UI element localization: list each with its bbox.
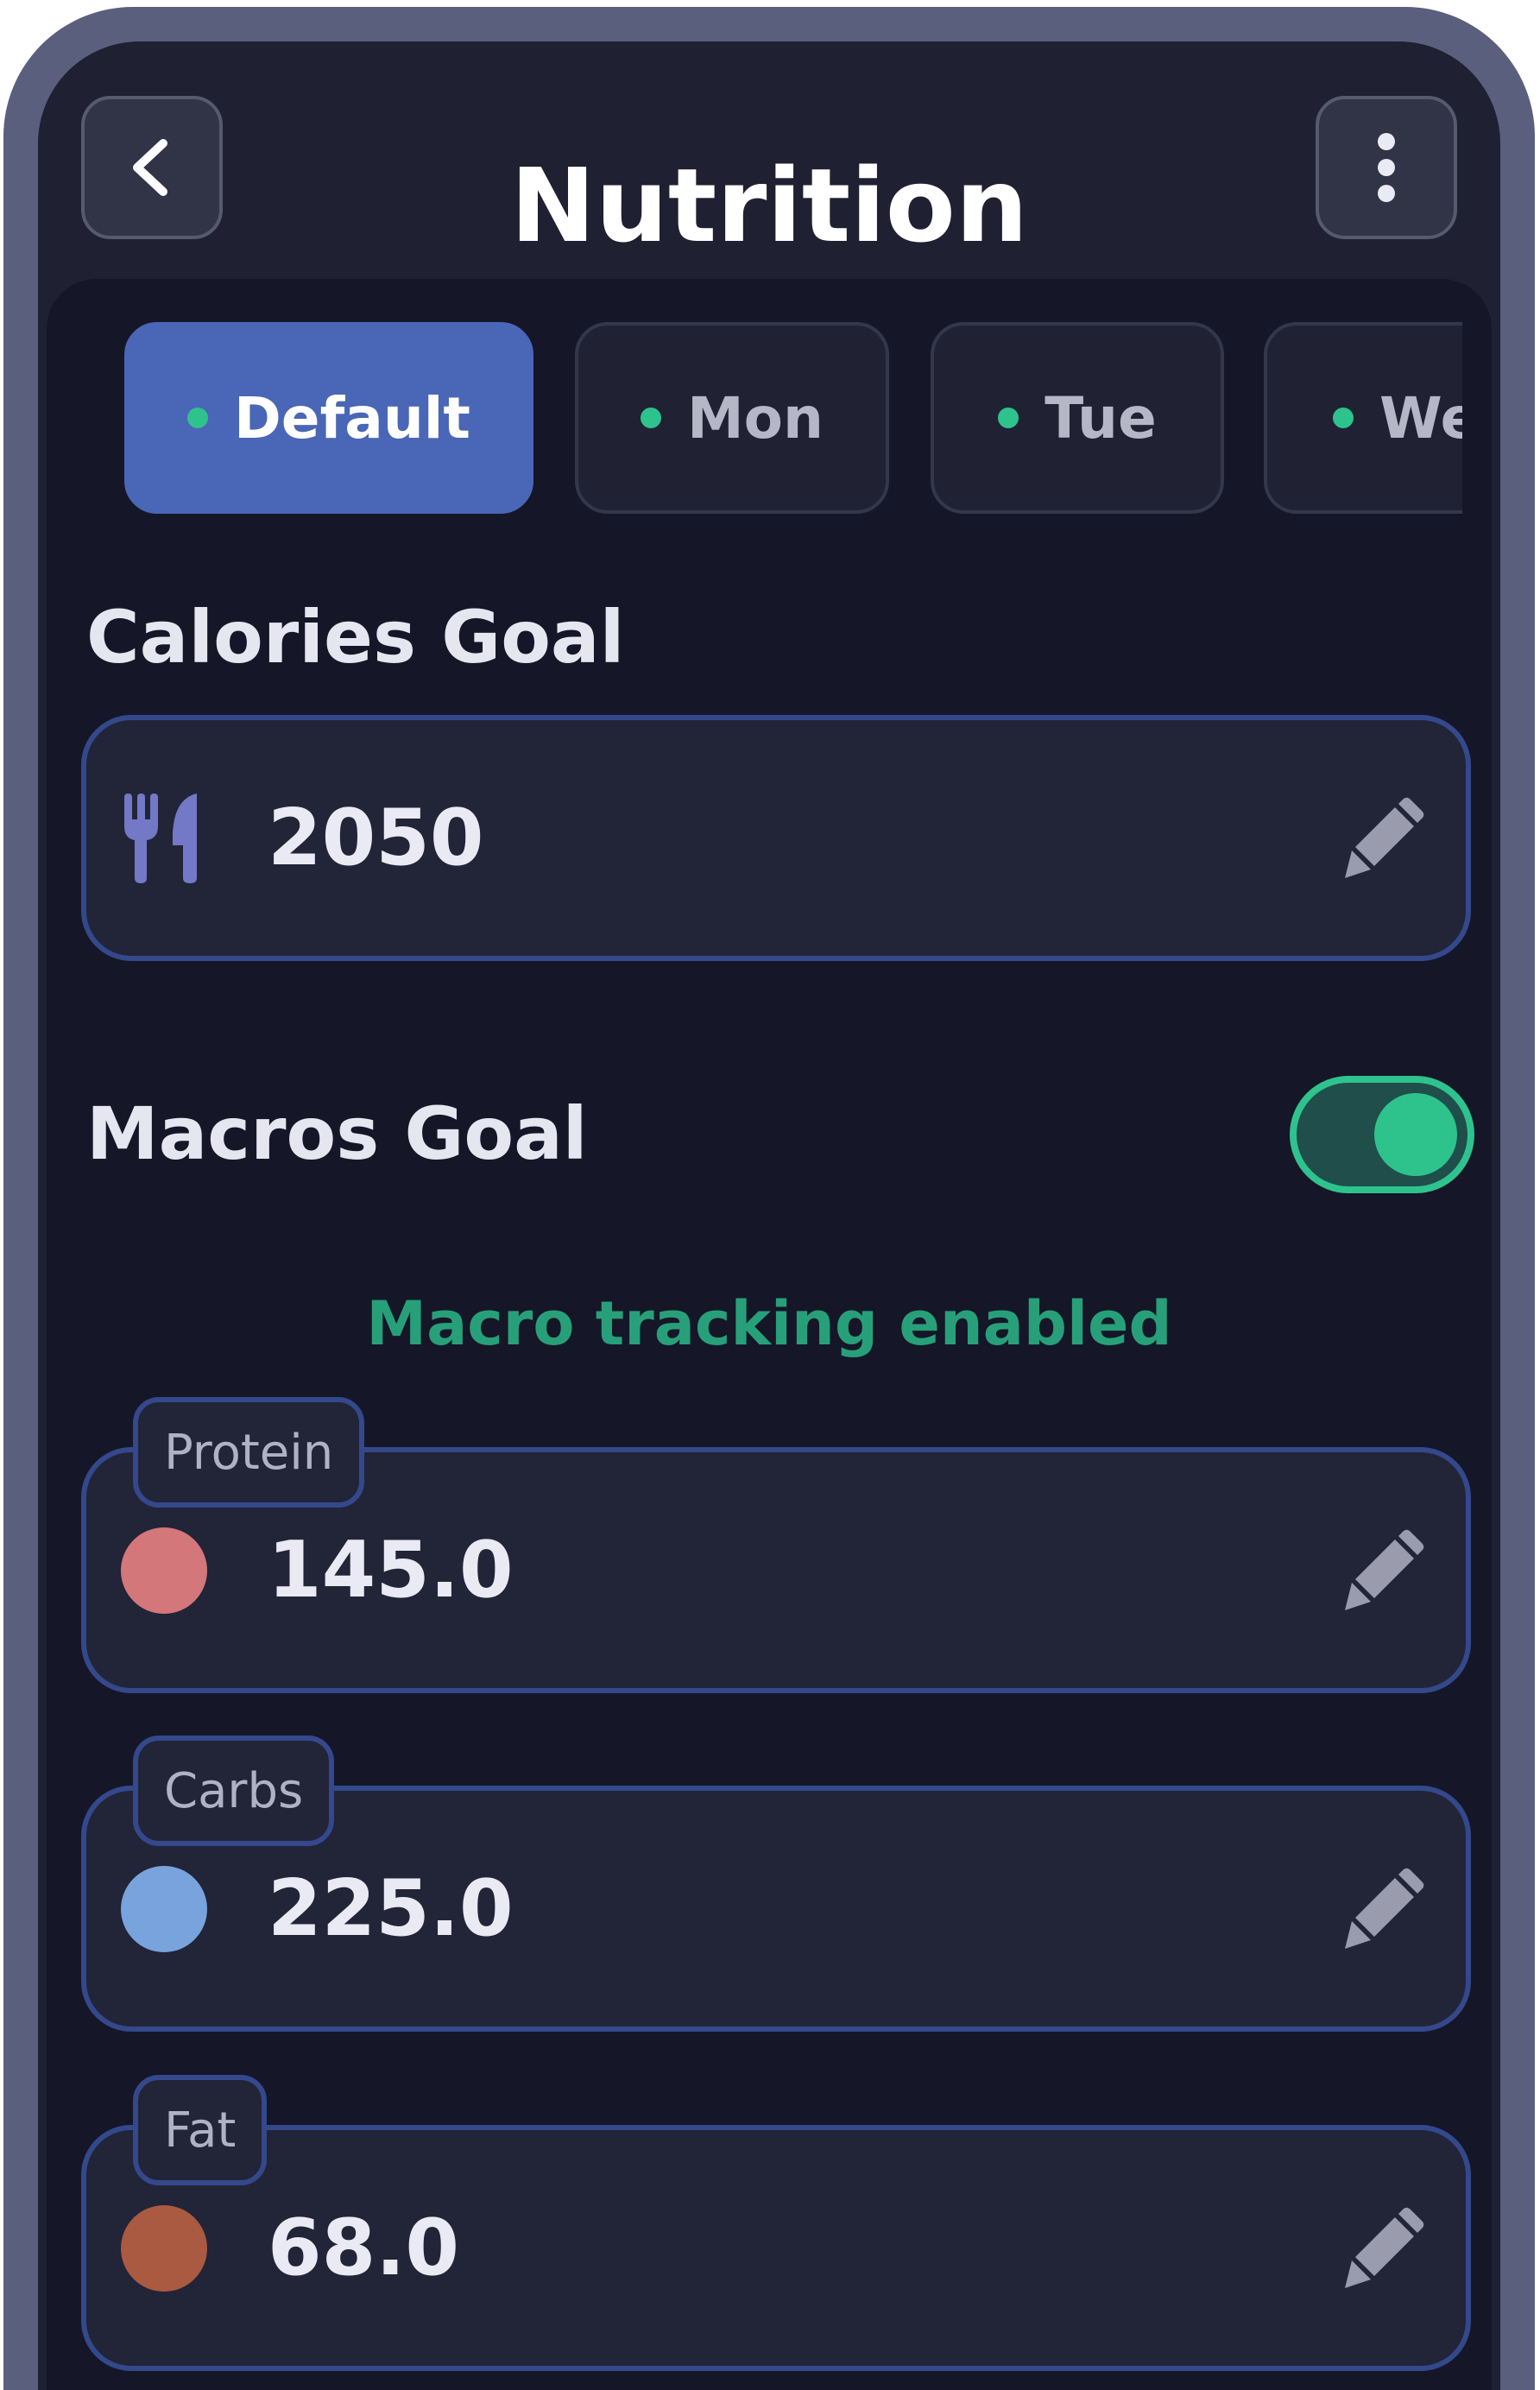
tab-wed[interactable]: We	[1264, 322, 1462, 514]
content-panel: Default Mon Tue We Calories Goal 2050 Ma…	[47, 279, 1492, 2390]
macros-goal-label: Macros Goal	[86, 1091, 588, 1176]
tab-label: We	[1379, 384, 1462, 452]
tab-mon[interactable]: Mon	[575, 322, 889, 514]
status-dot	[640, 408, 661, 428]
vertical-dots-icon	[1378, 133, 1395, 202]
app-screen: Nutrition Default Mon Tue We Calories Go…	[38, 41, 1500, 2390]
utensils-icon	[124, 793, 197, 883]
pencil-icon[interactable]	[1341, 797, 1424, 880]
macro-status-text: Macro tracking enabled	[366, 1288, 1172, 1359]
calories-value: 2050	[268, 793, 484, 883]
macros-goal-toggle[interactable]	[1290, 1076, 1474, 1193]
status-dot	[1333, 408, 1354, 428]
status-dot	[998, 408, 1019, 428]
tab-tue[interactable]: Tue	[931, 322, 1224, 514]
tab-label: Tue	[1045, 384, 1157, 452]
page-title: Nutrition	[510, 146, 1028, 265]
day-tabs: Default Mon Tue We	[47, 322, 1462, 521]
fat-label-chip: Fat	[133, 2075, 268, 2185]
protein-label-chip: Protein	[133, 1397, 365, 1508]
more-options-button[interactable]	[1316, 96, 1457, 239]
tab-label: Mon	[686, 384, 824, 452]
fat-value: 68.0	[268, 2203, 460, 2293]
fat-goal-field[interactable]: 68.0	[81, 2125, 1471, 2371]
carbs-color-dot	[121, 1865, 207, 1952]
calories-goal-field[interactable]: 2050	[81, 715, 1471, 961]
pencil-icon[interactable]	[1341, 1529, 1424, 1612]
pencil-icon[interactable]	[1341, 1868, 1424, 1951]
phone-frame: Nutrition Default Mon Tue We Calories Go…	[3, 7, 1535, 2390]
tab-default[interactable]: Default	[124, 322, 533, 514]
carbs-label-chip: Carbs	[133, 1736, 335, 1846]
tab-label: Default	[234, 384, 470, 452]
toggle-knob	[1374, 1093, 1457, 1176]
status-dot	[187, 408, 209, 428]
pencil-icon[interactable]	[1341, 2207, 1424, 2290]
protein-color-dot	[121, 1527, 207, 1614]
calories-goal-label: Calories Goal	[86, 595, 625, 680]
fat-color-dot	[121, 2204, 207, 2292]
